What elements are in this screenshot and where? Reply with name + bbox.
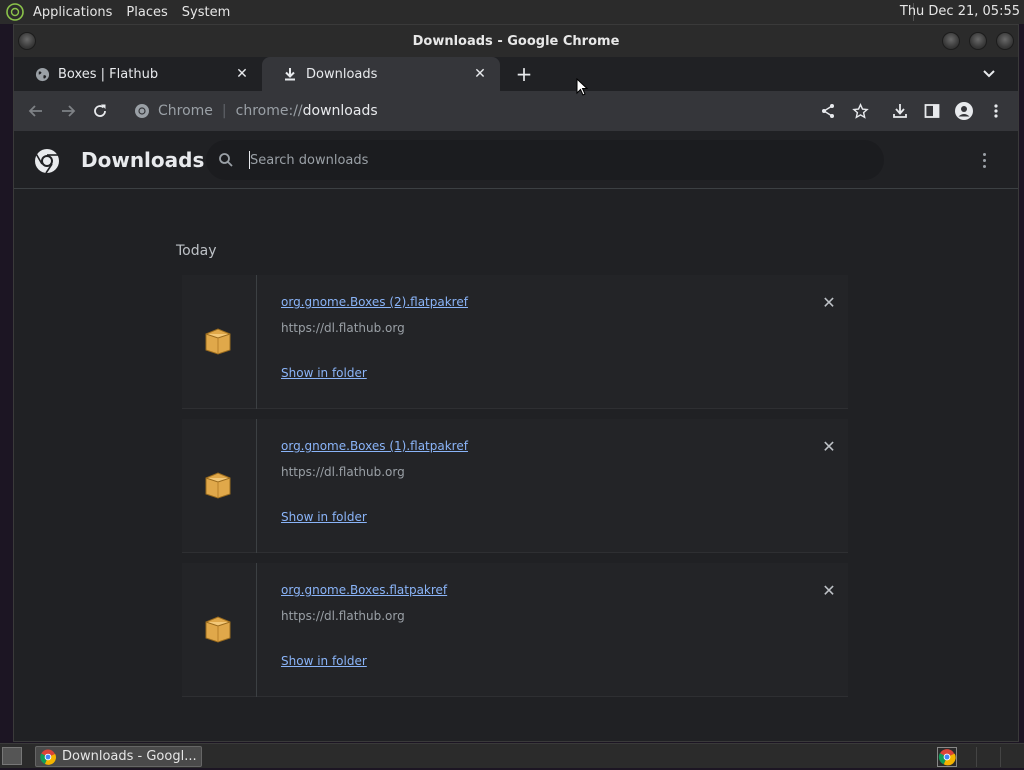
places-menu[interactable]: Places — [126, 5, 167, 20]
chrome-logo-icon — [40, 749, 56, 765]
show-in-folder-link[interactable]: Show in folder — [281, 510, 367, 524]
more-vert-icon[interactable] — [976, 149, 992, 171]
file-link[interactable]: org.gnome.Boxes (1).flatpakref — [281, 439, 468, 453]
remove-icon[interactable]: ✕ — [821, 295, 837, 311]
close-window-icon[interactable] — [996, 32, 1014, 50]
workspace-divider — [976, 747, 977, 767]
package-icon — [204, 613, 232, 643]
taskbar-window-label: Downloads - Googl... — [62, 749, 197, 764]
gnome-foot-icon[interactable] — [5, 2, 25, 22]
download-icon[interactable] — [888, 99, 912, 123]
show-in-folder-link[interactable]: Show in folder — [281, 366, 367, 380]
source-url: https://dl.flathub.org — [281, 321, 405, 335]
omnibox-divider: | — [221, 103, 227, 119]
page-title: Downloads — [81, 148, 205, 172]
chrome-window: Downloads - Google Chrome Boxes | Flathu… — [13, 24, 1019, 742]
top-panel: Applications Places System Thu Dec 21, 0… — [0, 0, 1024, 24]
bookmark-star-icon[interactable] — [848, 99, 872, 123]
window-title: Downloads - Google Chrome — [412, 33, 620, 49]
tab-label: Downloads — [306, 66, 378, 82]
show-desktop-icon[interactable] — [2, 747, 22, 765]
workspace-divider — [1000, 747, 1001, 767]
window-menu-icon[interactable] — [18, 32, 36, 50]
site-chip-label: Chrome — [158, 103, 213, 119]
downloads-page: Downloads Today org.gnome.Boxes (2).flat… — [14, 131, 1018, 741]
date-section-label: Today — [176, 243, 217, 259]
chrome-tray-icon[interactable] — [937, 747, 957, 767]
file-link[interactable]: org.gnome.Boxes (2).flatpakref — [281, 295, 468, 309]
search-box[interactable] — [206, 140, 884, 180]
file-link[interactable]: org.gnome.Boxes.flatpakref — [281, 583, 447, 597]
chevron-down-icon[interactable] — [980, 65, 998, 83]
package-icon — [204, 469, 232, 499]
bottom-panel: Downloads - Googl... — [0, 743, 1024, 768]
browser-toolbar: Chrome | chrome:// downloads — [14, 91, 1018, 131]
show-in-folder-link[interactable]: Show in folder — [281, 654, 367, 668]
close-icon[interactable]: ✕ — [234, 66, 250, 82]
tab-boxes-flathub[interactable]: Boxes | Flathub ✕ — [14, 57, 262, 91]
system-menu[interactable]: System — [182, 5, 230, 20]
minimize-icon[interactable] — [942, 32, 960, 50]
card-divider — [256, 275, 257, 409]
forward-arrow-icon[interactable] — [56, 99, 80, 123]
url-host: downloads — [302, 103, 378, 119]
search-icon — [218, 152, 234, 168]
new-tab-plus-icon[interactable]: + — [513, 63, 535, 85]
package-icon — [204, 325, 232, 355]
chrome-logo-icon — [34, 148, 60, 174]
download-icon — [282, 66, 298, 82]
applications-menu[interactable]: Applications — [33, 5, 112, 20]
card-divider — [256, 563, 257, 697]
chrome-logo-icon[interactable] — [134, 103, 150, 119]
remove-icon[interactable]: ✕ — [821, 583, 837, 599]
download-item: org.gnome.Boxes (1).flatpakref https://d… — [182, 419, 848, 553]
reload-icon[interactable] — [88, 99, 112, 123]
address-bar[interactable]: Chrome | chrome:// downloads — [124, 96, 504, 126]
more-vert-icon[interactable] — [984, 99, 1008, 123]
side-panel-icon[interactable] — [920, 99, 944, 123]
downloads-header: Downloads — [14, 131, 1018, 189]
taskbar-window-button[interactable]: Downloads - Googl... — [35, 746, 202, 767]
url-scheme: chrome:// — [235, 103, 303, 119]
source-url: https://dl.flathub.org — [281, 609, 405, 623]
mouse-cursor-icon — [576, 77, 589, 96]
back-arrow-icon[interactable] — [24, 99, 48, 123]
maximize-icon[interactable] — [969, 32, 987, 50]
close-icon[interactable]: ✕ — [472, 66, 488, 82]
tab-label: Boxes | Flathub — [58, 66, 159, 82]
window-titlebar[interactable]: Downloads - Google Chrome — [14, 25, 1018, 57]
remove-icon[interactable]: ✕ — [821, 439, 837, 455]
profile-avatar-icon[interactable] — [952, 99, 976, 123]
globe-icon — [34, 66, 50, 82]
tab-downloads[interactable]: Downloads ✕ — [262, 57, 500, 91]
clock[interactable]: Thu Dec 21, 05:55 — [900, 4, 1020, 19]
search-input[interactable] — [250, 150, 850, 170]
download-item: org.gnome.Boxes (2).flatpakref https://d… — [182, 275, 848, 409]
tab-strip: Boxes | Flathub ✕ Downloads ✕ + — [14, 57, 1018, 91]
download-item: org.gnome.Boxes.flatpakref https://dl.fl… — [182, 563, 848, 697]
source-url: https://dl.flathub.org — [281, 465, 405, 479]
share-icon[interactable] — [816, 99, 840, 123]
card-divider — [256, 419, 257, 553]
